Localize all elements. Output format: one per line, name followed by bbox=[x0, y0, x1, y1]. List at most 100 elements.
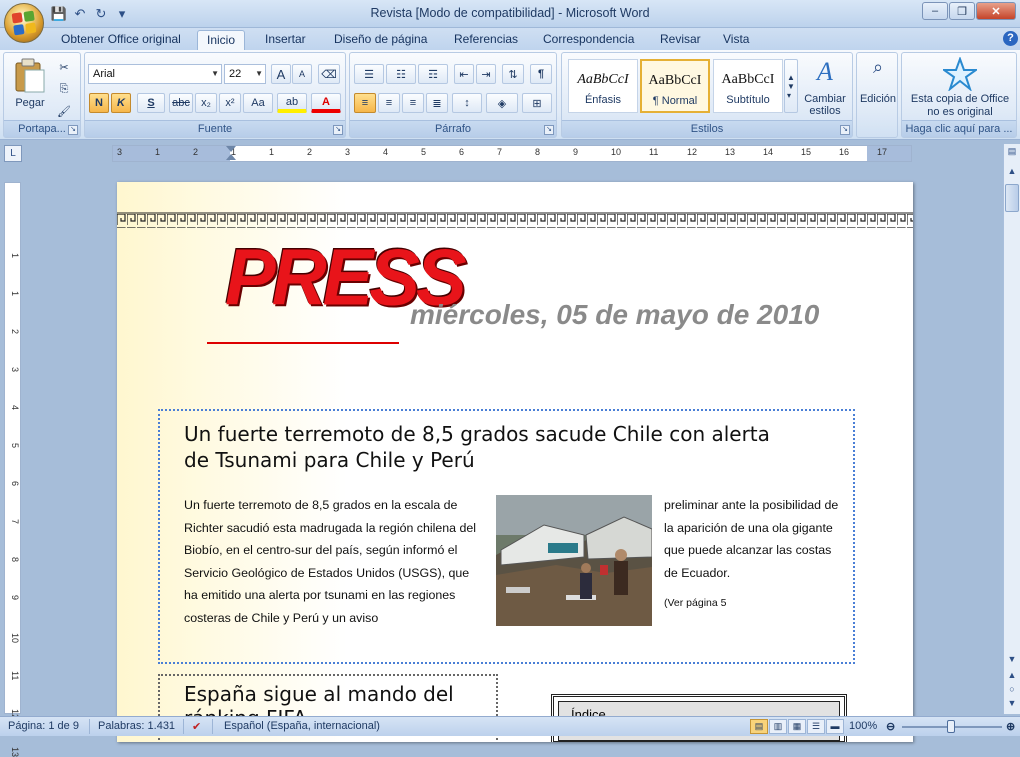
line-spacing-icon[interactable]: ↕ bbox=[452, 93, 482, 113]
shrink-font-button[interactable]: A bbox=[292, 64, 312, 84]
increase-indent-icon[interactable]: ⇥ bbox=[476, 64, 496, 84]
language-indicator[interactable]: Español (España, internacional) bbox=[224, 720, 380, 732]
indent-marker-bottom-icon[interactable] bbox=[226, 154, 236, 160]
strikethrough-button[interactable]: abc bbox=[169, 93, 193, 113]
draft-icon[interactable]: ▬ bbox=[826, 719, 844, 734]
vertical-ruler[interactable]: 1 1 2 3 4 5 6 7 8 9 10 11 12 13 bbox=[4, 182, 21, 757]
browse-object-icon[interactable]: ○ bbox=[1005, 684, 1019, 698]
styles-group-label: Estilos bbox=[562, 120, 852, 137]
outline-icon[interactable]: ☰ bbox=[807, 719, 825, 734]
align-center-icon[interactable]: ≡ bbox=[378, 93, 400, 113]
indent-marker-icon[interactable] bbox=[226, 146, 236, 152]
styles-scroll-icon[interactable]: ▲ ▼ ▾ bbox=[784, 59, 798, 113]
close-button[interactable]: ✕ bbox=[976, 2, 1016, 20]
print-layout-icon[interactable]: ▤ bbox=[750, 719, 768, 734]
clipboard-group: Pegar ✂ ⎘ 🖌 Portapa... ↘ bbox=[3, 52, 81, 138]
justify-icon[interactable]: ≣ bbox=[426, 93, 448, 113]
bold-button[interactable]: N bbox=[89, 93, 109, 113]
minimize-button[interactable]: – bbox=[922, 2, 948, 20]
align-right-icon[interactable]: ≡ bbox=[402, 93, 424, 113]
tab-diseno-pagina[interactable]: Diseño de página bbox=[325, 30, 436, 50]
copy-icon[interactable]: ⎘ bbox=[54, 79, 74, 99]
bullets-icon[interactable]: ☰ bbox=[354, 64, 384, 84]
italic-button[interactable]: K bbox=[111, 93, 131, 113]
web-layout-icon[interactable]: ▦ bbox=[788, 719, 806, 734]
font-size-combo[interactable]: 22 ▼ bbox=[224, 64, 266, 84]
scroll-up-icon[interactable]: ▲ bbox=[1005, 166, 1019, 180]
tab-obtener-office[interactable]: Obtener Office original bbox=[52, 30, 190, 50]
maximize-button[interactable]: ❐ bbox=[949, 2, 975, 20]
page-count[interactable]: Página: 1 de 9 bbox=[8, 720, 79, 732]
full-screen-reading-icon[interactable]: ▥ bbox=[769, 719, 787, 734]
scroll-down-icon[interactable]: ▼ bbox=[1005, 654, 1019, 668]
change-styles-button[interactable]: A Cambiar estilos bbox=[800, 57, 850, 119]
see-page-link: (Ver página 5 bbox=[664, 597, 727, 609]
clipboard-launcher-icon[interactable]: ↘ bbox=[68, 125, 78, 135]
superscript-button[interactable]: x² bbox=[219, 93, 241, 113]
styles-group: AaBbCcI Énfasis AaBbCcI ¶ Normal AaBbCcI… bbox=[561, 52, 853, 138]
borders-icon[interactable]: ⊞ bbox=[522, 93, 552, 113]
font-group-label: Fuente bbox=[85, 120, 345, 137]
zoom-slider-thumb[interactable] bbox=[947, 720, 955, 733]
tab-insertar[interactable]: Insertar bbox=[256, 30, 315, 50]
previous-page-icon[interactable]: ▲ bbox=[1005, 670, 1019, 684]
customize-qat-icon[interactable]: ▾ bbox=[113, 5, 131, 23]
align-left-icon[interactable]: ≡ bbox=[354, 93, 376, 113]
tab-selector[interactable]: L bbox=[4, 145, 22, 162]
document-page[interactable]: PRESS miércoles, 05 de mayo de 2010 Un f… bbox=[117, 182, 913, 742]
tab-revisar[interactable]: Revisar bbox=[651, 30, 710, 50]
font-name-combo[interactable]: Arial ▼ bbox=[88, 64, 222, 84]
style-enfasis[interactable]: AaBbCcI Énfasis bbox=[568, 59, 638, 113]
save-icon[interactable]: 💾 bbox=[50, 5, 68, 23]
underline-button[interactable]: S bbox=[137, 93, 165, 113]
genuine-footer[interactable]: Haga clic aquí para ... bbox=[902, 120, 1016, 137]
scroll-thumb[interactable] bbox=[1005, 184, 1019, 212]
change-case-button[interactable]: Aa bbox=[243, 93, 273, 113]
clear-format-icon[interactable]: ⌫ bbox=[318, 64, 340, 84]
styles-launcher-icon[interactable]: ↘ bbox=[840, 125, 850, 135]
vertical-scrollbar[interactable]: ▤ ▲ ▼ ▲ ○ ▼ bbox=[1003, 144, 1020, 714]
tab-correspondencia[interactable]: Correspondencia bbox=[534, 30, 643, 50]
zoom-in-icon[interactable]: ⊕ bbox=[1006, 720, 1015, 733]
style-normal[interactable]: AaBbCcI ¶ Normal bbox=[640, 59, 710, 113]
next-page-icon[interactable]: ▼ bbox=[1005, 698, 1019, 712]
vruler-tick-label: 10 bbox=[10, 633, 20, 644]
genuine-office-button[interactable]: Esta copia de Office no es original bbox=[904, 55, 1016, 121]
tab-inicio[interactable]: Inicio bbox=[197, 30, 246, 50]
tab-vista[interactable]: Vista bbox=[714, 30, 758, 50]
format-painter-icon[interactable]: 🖌 bbox=[54, 101, 74, 121]
paste-button[interactable]: Pegar bbox=[10, 57, 50, 119]
show-marks-button[interactable]: ¶ bbox=[530, 64, 552, 84]
vruler-tick-label: 6 bbox=[10, 481, 20, 487]
subscript-button[interactable]: x₂ bbox=[195, 93, 217, 113]
zoom-level[interactable]: 100% bbox=[849, 720, 877, 732]
cut-icon[interactable]: ✂ bbox=[54, 57, 74, 77]
status-divider bbox=[212, 719, 213, 734]
sort-icon[interactable]: ⇅ bbox=[502, 64, 524, 84]
highlight-button[interactable]: ab bbox=[277, 93, 307, 113]
grow-font-button[interactable]: A bbox=[271, 64, 291, 84]
redo-icon[interactable]: ↻ bbox=[92, 5, 110, 23]
zoom-out-icon[interactable]: ⊖ bbox=[886, 720, 895, 733]
office-button[interactable] bbox=[4, 3, 44, 43]
editing-button[interactable]: ⌕ Edición bbox=[859, 57, 897, 119]
vruler-tick-label: 9 bbox=[10, 595, 20, 601]
multilevel-list-icon[interactable]: ☶ bbox=[418, 64, 448, 84]
ruler-tick-label: 2 bbox=[307, 147, 313, 157]
numbering-icon[interactable]: ☷ bbox=[386, 64, 416, 84]
title-bar: Revista [Modo de compatibilidad] - Micro… bbox=[0, 0, 1020, 28]
word-count[interactable]: Palabras: 1.431 bbox=[98, 720, 175, 732]
ruler-toggle-icon[interactable]: ▤ bbox=[1005, 146, 1019, 160]
font-launcher-icon[interactable]: ↘ bbox=[333, 125, 343, 135]
help-icon[interactable]: ? bbox=[1003, 31, 1018, 46]
font-color-button[interactable]: A bbox=[311, 93, 341, 113]
paragraph-launcher-icon[interactable]: ↘ bbox=[544, 125, 554, 135]
style-subtitulo[interactable]: AaBbCcI Subtítulo bbox=[713, 59, 783, 113]
shading-icon[interactable]: ◈ bbox=[486, 93, 518, 113]
decrease-indent-icon[interactable]: ⇤ bbox=[454, 64, 474, 84]
undo-icon[interactable]: ↶ bbox=[71, 5, 89, 23]
proofing-icon[interactable]: ✔ bbox=[192, 720, 201, 733]
horizontal-ruler[interactable]: 3 1 2 1 1 2 3 4 5 6 7 8 9 10 11 12 13 14 15 16 17 bbox=[112, 145, 912, 162]
tab-referencias[interactable]: Referencias bbox=[445, 30, 527, 50]
font-name-value: Arial bbox=[93, 68, 116, 80]
